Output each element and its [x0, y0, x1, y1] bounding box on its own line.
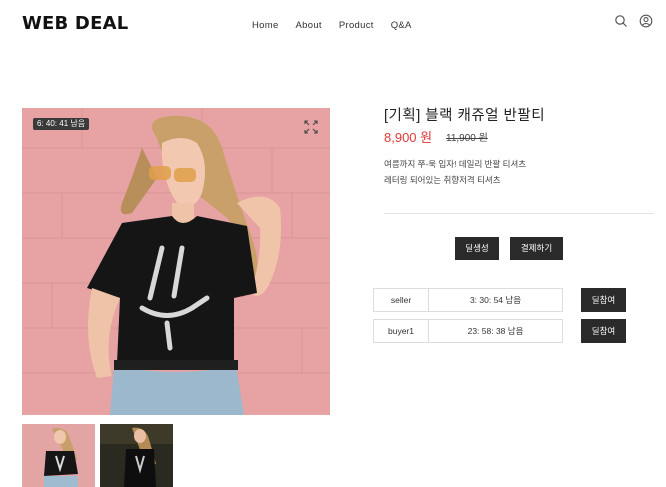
product-title: [기획] 블랙 캐쥬얼 반팔티 — [384, 108, 546, 124]
deal-row: buyer1 23: 58: 38 남음 — [373, 319, 563, 343]
deal-user: seller — [374, 289, 429, 311]
thumbnail-photo-2 — [100, 424, 173, 487]
deal-timer-badge: 6: 40: 41 남음 — [33, 118, 90, 130]
deal-time-left: 23: 58: 38 남음 — [467, 326, 524, 336]
sale-price: 8,900 원 — [384, 130, 433, 145]
description-line-1: 여름까지 쭈-욱 입자! 데일리 반팔 티셔츠 — [384, 159, 527, 169]
user-icon[interactable] — [639, 14, 653, 28]
product-main-image[interactable]: 6: 40: 41 남음 — [22, 108, 330, 415]
nav-product[interactable]: Product — [339, 20, 374, 31]
product-description: 여름까지 쭈-욱 입자! 데일리 반팔 티셔츠 레터링 되어있는 취향저격 티셔… — [384, 156, 526, 188]
thumbnail-photo-1 — [22, 424, 95, 487]
original-price: 11,900 원 — [446, 133, 488, 144]
deal-row: seller 3: 30: 54 남음 — [373, 288, 563, 312]
description-line-2: 레터링 되어있는 취향저격 티셔츠 — [384, 175, 501, 185]
deal-user: buyer1 — [374, 320, 429, 342]
nav-about[interactable]: About — [296, 20, 322, 31]
search-icon[interactable] — [614, 14, 628, 28]
thumbnail-2[interactable] — [100, 424, 173, 487]
product-photo — [22, 108, 330, 415]
thumbnail-1[interactable] — [22, 424, 95, 487]
deal-time-left: 3: 30: 54 남음 — [469, 295, 522, 305]
main-nav: Home About Product Q&A — [252, 20, 429, 31]
nav-qna[interactable]: Q&A — [391, 20, 412, 31]
site-logo[interactable]: WEB DEAL — [22, 13, 128, 34]
divider — [384, 213, 654, 214]
join-deal-button[interactable]: 딜참여 — [581, 319, 626, 343]
join-deal-button[interactable]: 딜참여 — [581, 288, 626, 312]
create-deal-button[interactable]: 딜생성 — [455, 237, 499, 260]
nav-home[interactable]: Home — [252, 20, 279, 31]
expand-icon[interactable] — [304, 120, 318, 134]
checkout-button[interactable]: 결제하기 — [510, 237, 563, 260]
